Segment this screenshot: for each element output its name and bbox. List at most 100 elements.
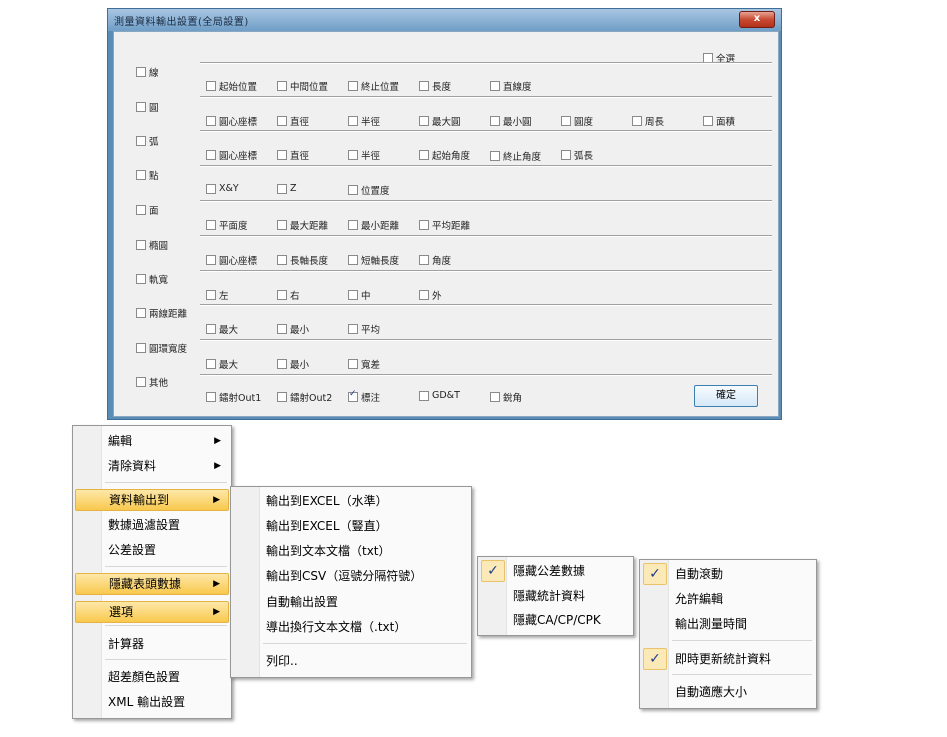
option-checkbox[interactable]: 角度	[419, 253, 451, 267]
left-checkbox-line[interactable]: 線	[136, 65, 159, 79]
checkbox-box[interactable]	[561, 116, 571, 126]
checkbox-box[interactable]	[348, 324, 358, 334]
checkbox-box[interactable]	[419, 220, 429, 230]
menu-item-xml-output-settings[interactable]: XML 輸出設置	[75, 691, 229, 713]
menu-item-print[interactable]: 列印..	[233, 650, 469, 672]
option-checkbox[interactable]: 最大	[206, 357, 238, 371]
left-checkbox-circle[interactable]: 圓	[136, 100, 159, 114]
menu-item-hide-header-data[interactable]: 隱藏表頭數據 ▶	[75, 573, 229, 595]
checkbox-box[interactable]	[348, 220, 358, 230]
checkbox-box[interactable]	[490, 116, 500, 126]
menu-item-output-measure-time[interactable]: 輸出測量時間	[642, 613, 814, 635]
checkbox-box[interactable]	[206, 220, 216, 230]
checkbox-box[interactable]	[277, 359, 287, 369]
menu-item-options[interactable]: 選項 ▶	[75, 601, 229, 623]
menu-item-export-txt[interactable]: 輸出到文本文檔（txt）	[233, 540, 469, 562]
option-checkbox[interactable]: 平面度	[206, 218, 248, 232]
option-checkbox[interactable]: 周長	[632, 114, 664, 128]
option-checkbox[interactable]: 圓心座標	[206, 253, 257, 267]
checkbox-box[interactable]	[206, 392, 216, 402]
checkbox-box[interactable]	[206, 81, 216, 91]
option-checkbox[interactable]: GD&T	[419, 390, 460, 401]
option-checkbox[interactable]: 平均	[348, 322, 380, 336]
option-checkbox[interactable]: 外	[419, 288, 442, 302]
option-checkbox[interactable]: 中	[348, 288, 371, 302]
option-checkbox[interactable]: 平均距離	[419, 218, 470, 232]
checkbox-box[interactable]	[206, 183, 216, 194]
option-checkbox[interactable]: 鐳射Out2	[277, 390, 332, 404]
checkbox-box[interactable]	[277, 183, 287, 194]
option-checkbox[interactable]: 最小距離	[348, 218, 399, 232]
option-checkbox[interactable]: 位置度	[348, 183, 390, 197]
option-checkbox[interactable]: 半徑	[348, 148, 380, 162]
menu-item-allow-edit[interactable]: 允許編輯	[642, 588, 814, 610]
menu-item-calculator[interactable]: 計算器	[75, 633, 229, 655]
option-checkbox[interactable]: 中間位置	[277, 79, 328, 93]
left-checkbox-line-distance[interactable]: 兩線距離	[136, 306, 187, 320]
menu-item-realtime-stats-update[interactable]: 即時更新統計資料	[642, 648, 814, 670]
option-checkbox[interactable]: 長軸長度	[277, 253, 328, 267]
menu-item-data-filter-settings[interactable]: 數據過濾設置	[75, 514, 229, 536]
checkbox-box[interactable]	[136, 240, 146, 250]
option-checkbox[interactable]: 終止角度	[490, 149, 541, 163]
menu-item-export-csv[interactable]: 輸出到CSV（逗號分隔符號）	[233, 565, 469, 587]
menu-item-out-of-tolerance-color[interactable]: 超差顏色設置	[75, 666, 229, 688]
checkbox-box[interactable]	[490, 392, 500, 402]
option-checkbox[interactable]: Z	[277, 183, 297, 194]
checkbox-box[interactable]	[206, 290, 216, 300]
checkbox-box[interactable]	[348, 116, 358, 126]
checkbox-box[interactable]	[632, 116, 642, 126]
option-checkbox[interactable]: 左	[206, 288, 229, 302]
checkbox-box[interactable]	[703, 116, 713, 126]
menu-item-export-newline-txt[interactable]: 導出換行文本文檔（.txt）	[233, 616, 469, 638]
checkbox-box[interactable]	[136, 67, 146, 77]
checkbox-box[interactable]	[136, 343, 146, 353]
checkbox-box[interactable]	[348, 185, 358, 195]
checkbox-box[interactable]	[348, 81, 358, 91]
menu-item-clear-data[interactable]: 清除資料 ▶	[75, 455, 229, 477]
option-checkbox[interactable]: 短軸長度	[348, 253, 399, 267]
checkbox-box[interactable]	[277, 220, 287, 230]
checkbox-box[interactable]	[490, 151, 500, 161]
left-checkbox-arc[interactable]: 弧	[136, 134, 159, 148]
checkbox-box[interactable]	[348, 150, 358, 160]
menu-item-export-excel-horizontal[interactable]: 輸出到EXCEL（水準）	[233, 490, 469, 512]
option-checkbox[interactable]: X&Y	[206, 183, 239, 194]
title-bar[interactable]: 測量資料輸出設置(全局設置) x	[108, 9, 781, 31]
checkbox-box[interactable]	[419, 81, 429, 91]
option-checkbox[interactable]: 直徑	[277, 114, 309, 128]
left-checkbox-track-width[interactable]: 軌寬	[136, 272, 168, 286]
checkbox-box[interactable]	[136, 102, 146, 112]
checkbox-box[interactable]	[206, 324, 216, 334]
menu-item-export-data[interactable]: 資料輸出到 ▶	[75, 489, 229, 511]
option-checkbox[interactable]: 最大距離	[277, 218, 328, 232]
option-checkbox[interactable]: 銳角	[490, 390, 522, 404]
option-checkbox[interactable]: 圓度	[561, 114, 593, 128]
checkbox-box[interactable]	[277, 290, 287, 300]
checkbox-box[interactable]	[277, 81, 287, 91]
option-checkbox[interactable]: 起始位置	[206, 79, 257, 93]
option-checkbox[interactable]: 最小	[277, 322, 309, 336]
left-checkbox-ring-width[interactable]: 圓環寬度	[136, 341, 187, 355]
checkbox-box[interactable]	[206, 255, 216, 265]
checkbox-box[interactable]	[277, 116, 287, 126]
close-button[interactable]: x	[739, 11, 775, 28]
option-checkbox[interactable]: 最小	[277, 357, 309, 371]
checkbox-box[interactable]	[490, 81, 500, 91]
left-checkbox-point[interactable]: 點	[136, 168, 159, 182]
checkbox-box[interactable]	[136, 136, 146, 146]
option-checkbox[interactable]: 直徑	[277, 148, 309, 162]
checkbox-box[interactable]	[419, 255, 429, 265]
checkbox-box[interactable]	[277, 150, 287, 160]
option-checkbox[interactable]: 面積	[703, 114, 735, 128]
menu-item-edit[interactable]: 編輯 ▶	[75, 430, 229, 452]
checkbox-box[interactable]	[277, 392, 287, 402]
option-checkbox[interactable]: 直線度	[490, 79, 532, 93]
left-checkbox-other[interactable]: 其他	[136, 375, 168, 389]
checkbox-box[interactable]	[348, 290, 358, 300]
option-checkbox[interactable]: 半徑	[348, 114, 380, 128]
checkbox-box[interactable]	[206, 116, 216, 126]
option-checkbox[interactable]: 最小圓	[490, 114, 532, 128]
option-checkbox[interactable]: 最大圓	[419, 114, 461, 128]
checkbox-box[interactable]	[206, 150, 216, 160]
